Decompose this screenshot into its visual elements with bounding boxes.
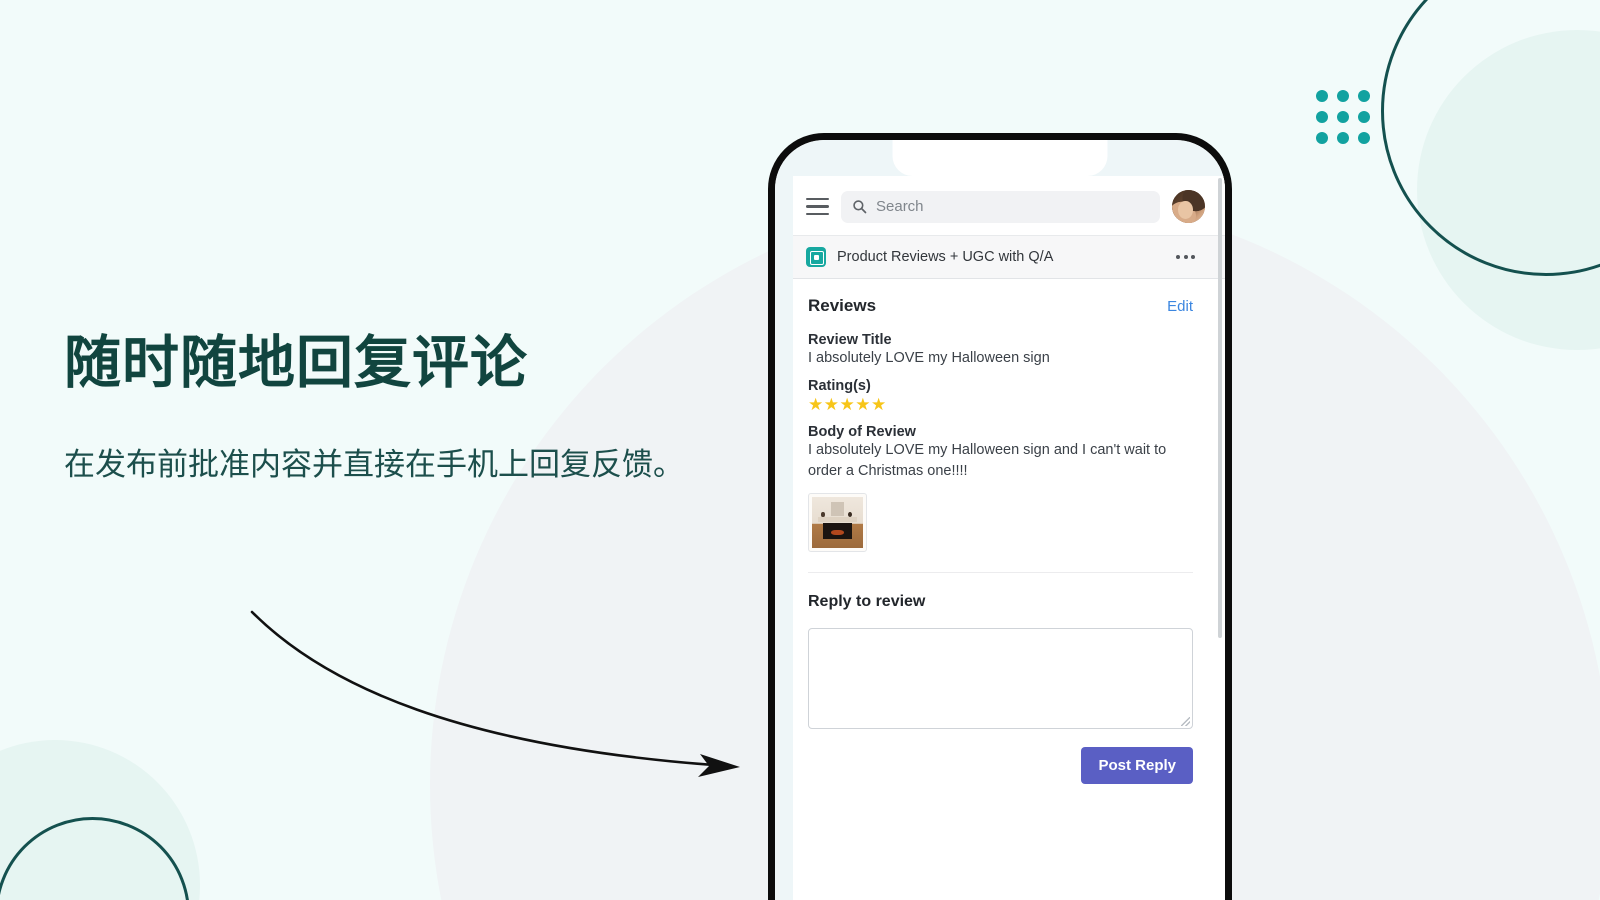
review-title-label: Review Title bbox=[808, 332, 892, 348]
dot bbox=[1337, 90, 1349, 102]
hamburger-bar bbox=[806, 205, 829, 208]
reviews-section-title: Reviews bbox=[808, 296, 877, 315]
avatar-face bbox=[1177, 200, 1193, 220]
dot-grid-icon bbox=[1316, 90, 1370, 144]
browser-chrome: Search bbox=[793, 176, 1225, 235]
circle-fill-top-right bbox=[1417, 30, 1600, 350]
hamburger-icon[interactable] bbox=[806, 198, 829, 215]
review-header-row: Reviews Edit bbox=[808, 296, 1193, 316]
review-photo-thumbnail[interactable] bbox=[808, 492, 867, 552]
reply-section-label: Reply to review bbox=[808, 592, 926, 610]
search-icon bbox=[853, 200, 867, 214]
dot bbox=[1358, 132, 1370, 144]
phone-notch bbox=[892, 140, 1108, 176]
app-header: Product Reviews + UGC with Q/A bbox=[793, 235, 1225, 279]
thumb-mantel bbox=[817, 517, 858, 522]
app-title: Product Reviews + UGC with Q/A bbox=[837, 249, 1054, 265]
review-title-value: I absolutely LOVE my Halloween sign bbox=[808, 350, 1050, 366]
kebab-dot bbox=[1183, 255, 1188, 259]
hamburger-bar bbox=[806, 212, 829, 215]
circle-outline-top-right bbox=[1381, 0, 1600, 276]
kebab-dot bbox=[1176, 255, 1180, 259]
rating-stars: ★★★★★ bbox=[808, 394, 887, 414]
review-panel: Reviews Edit Review Title I absolutely L… bbox=[793, 279, 1225, 573]
reply-textarea[interactable] bbox=[808, 627, 1193, 729]
kebab-menu-icon[interactable] bbox=[1176, 255, 1211, 259]
thumb-fire bbox=[831, 529, 844, 536]
thumb-frame bbox=[831, 501, 844, 517]
post-reply-button[interactable]: Post Reply bbox=[1081, 746, 1193, 784]
circle-fill-bottom-left bbox=[0, 740, 200, 900]
review-body-value: I absolutely LOVE my Halloween sign and … bbox=[808, 442, 1167, 479]
curved-arrow-icon bbox=[250, 610, 740, 777]
circle-outline-bottom-left bbox=[0, 817, 190, 900]
user-avatar[interactable] bbox=[1172, 190, 1205, 223]
dot bbox=[1316, 90, 1328, 102]
app-tile-icon bbox=[806, 247, 826, 267]
reply-actions: Post Reply bbox=[808, 746, 1193, 784]
app-viewport: Search Product Reviews + UGC with Q/A Re… bbox=[793, 176, 1225, 900]
hamburger-bar bbox=[806, 198, 829, 201]
dot bbox=[1337, 132, 1349, 144]
edit-link[interactable]: Edit bbox=[1167, 298, 1193, 315]
thumb-object bbox=[847, 511, 852, 517]
thumbnail-image bbox=[812, 496, 863, 548]
dot bbox=[1358, 90, 1370, 102]
reply-panel: Reply to review Post Reply bbox=[793, 572, 1225, 784]
dot bbox=[1316, 132, 1328, 144]
page-title: 随时随地回复评论 bbox=[64, 331, 528, 395]
search-input[interactable]: Search bbox=[841, 190, 1160, 223]
vertical-scrollbar[interactable] bbox=[1218, 178, 1222, 638]
phone-mockup: Search Product Reviews + UGC with Q/A Re… bbox=[768, 133, 1232, 900]
thumb-object bbox=[821, 512, 825, 517]
review-body-label: Body of Review bbox=[808, 424, 916, 441]
kebab-dot bbox=[1191, 255, 1195, 259]
dot bbox=[1337, 111, 1349, 123]
dot bbox=[1358, 111, 1370, 123]
rating-label: Rating(s) bbox=[808, 377, 871, 394]
phone-screen: Search Product Reviews + UGC with Q/A Re… bbox=[775, 140, 1225, 900]
dot bbox=[1316, 111, 1328, 123]
hero-copy: 随时随地回复评论 在发布前批准内容并直接在手机上回复反馈。 bbox=[64, 330, 764, 488]
page-subtitle: 在发布前批准内容并直接在手机上回复反馈。 bbox=[64, 447, 684, 483]
search-placeholder: Search bbox=[876, 198, 924, 215]
